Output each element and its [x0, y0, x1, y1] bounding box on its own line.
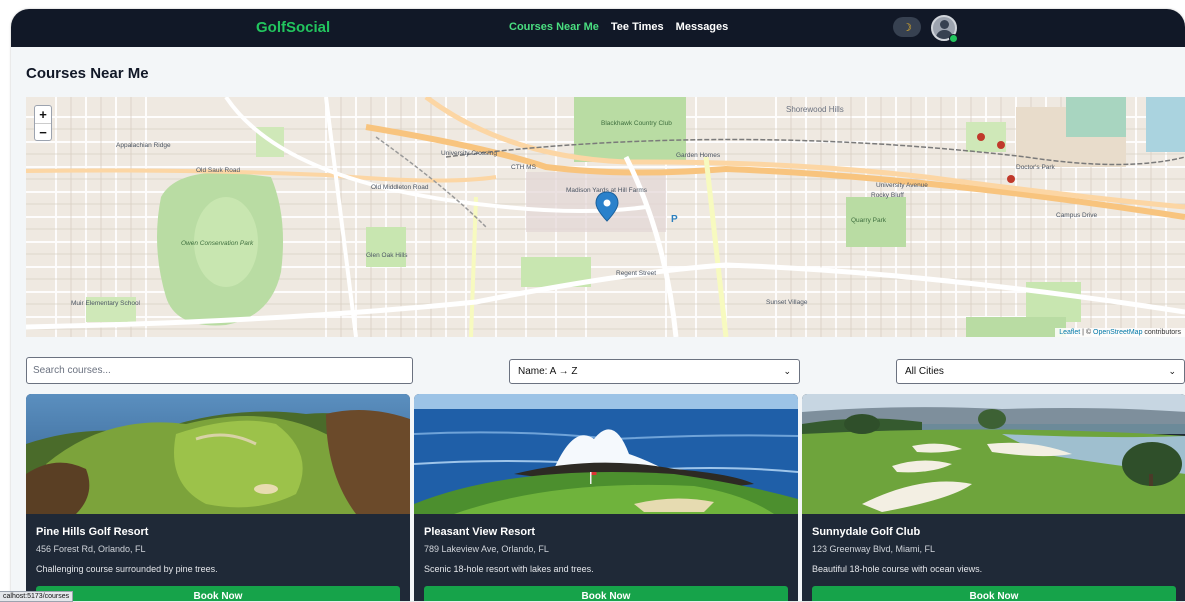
map-label-glen: Glen Oak Hills	[366, 252, 408, 259]
map-label-shorewood: Shorewood Hills	[786, 105, 844, 114]
filter-controls: Name: A → Z ⌄ All Cities ⌄	[26, 357, 1185, 385]
course-address: 123 Greenway Blvd, Miami, FL	[812, 544, 936, 554]
book-now-button[interactable]: Book Now	[36, 586, 400, 601]
nav-link-courses-near-me[interactable]: Courses Near Me	[509, 21, 599, 33]
map-label-old-sauk: Old Sauk Road	[196, 167, 240, 174]
map-label-campus: Campus Drive	[1056, 212, 1098, 219]
city-select[interactable]: All Cities ⌄	[896, 359, 1185, 384]
course-name: Pleasant View Resort	[424, 526, 536, 538]
map[interactable]: Appalachian Ridge Owen Conservation Park…	[26, 97, 1185, 337]
map-label-owen: Owen Conservation Park	[181, 240, 254, 247]
nav-links: Courses Near Me Tee Times Messages	[509, 21, 728, 33]
map-label-university: University Crossing	[441, 150, 497, 157]
zoom-in-button[interactable]: +	[35, 106, 51, 123]
brand-logo[interactable]: GolfSocial	[256, 19, 330, 36]
map-label-doctors: Doctor's Park	[1016, 164, 1056, 171]
course-image	[802, 394, 1185, 514]
app-window: GolfSocial Courses Near Me Tee Times Mes…	[11, 9, 1185, 601]
course-address: 456 Forest Rd, Orlando, FL	[36, 544, 146, 554]
page-title: Courses Near Me	[26, 65, 149, 82]
nav-link-messages[interactable]: Messages	[676, 21, 729, 33]
search-input[interactable]	[26, 357, 413, 384]
chevron-down-icon: ⌄	[783, 366, 791, 376]
nav-link-tee-times[interactable]: Tee Times	[611, 21, 664, 33]
moon-icon: ☽	[902, 21, 912, 34]
course-description: Scenic 18-hole resort with lakes and tre…	[424, 564, 594, 574]
svg-text:P: P	[671, 214, 678, 225]
map-label-appalachian: Appalachian Ridge	[116, 142, 171, 149]
chevron-down-icon: ⌄	[1168, 366, 1176, 376]
course-description: Beautiful 18-hole course with ocean view…	[812, 564, 983, 574]
map-attribution: Leaflet | © OpenStreetMap contributors	[1055, 328, 1185, 337]
map-label-cth: CTH MS	[511, 164, 537, 171]
course-description: Challenging course surrounded by pine tr…	[36, 564, 218, 574]
course-image	[414, 394, 798, 514]
theme-toggle-button[interactable]: ☽	[893, 17, 921, 37]
map-label-regent: Regent Street	[616, 270, 656, 277]
course-card[interactable]: Sunnydale Golf Club 123 Greenway Blvd, M…	[802, 394, 1185, 601]
map-label-muir: Muir Elementary School	[71, 300, 141, 307]
book-now-button[interactable]: Book Now	[812, 586, 1176, 601]
osm-link[interactable]: OpenStreetMap	[1093, 329, 1142, 336]
map-tiles: Appalachian Ridge Owen Conservation Park…	[26, 97, 1185, 337]
sort-select[interactable]: Name: A → Z ⌄	[509, 359, 800, 384]
map-label-university-ave: University Avenue	[876, 182, 928, 189]
online-status-dot	[949, 34, 958, 43]
course-name: Sunnydale Golf Club	[812, 526, 921, 538]
course-list: Pine Hills Golf Resort 456 Forest Rd, Or…	[26, 394, 1185, 601]
navbar: GolfSocial Courses Near Me Tee Times Mes…	[11, 9, 1185, 47]
course-address: 789 Lakeview Ave, Orlando, FL	[424, 544, 549, 554]
course-image	[26, 394, 410, 514]
map-label-sunset: Sunset Village	[766, 299, 808, 306]
zoom-out-button[interactable]: −	[35, 123, 51, 140]
map-label-blackhawk: Blackhawk Country Club	[601, 120, 672, 127]
leaflet-link[interactable]: Leaflet	[1059, 329, 1080, 336]
map-label-old-middleton: Old Middleton Road	[371, 184, 429, 191]
map-label-rocky: Rocky Bluff	[871, 192, 904, 199]
status-bar-url: calhost:5173/courses	[0, 591, 74, 602]
course-card[interactable]: Pleasant View Resort 789 Lakeview Ave, O…	[414, 394, 798, 601]
course-name: Pine Hills Golf Resort	[36, 526, 149, 538]
map-label-garden: Garden Homes	[676, 152, 721, 159]
map-label-quarry: Quarry Park	[851, 217, 887, 224]
book-now-button[interactable]: Book Now	[424, 586, 788, 601]
zoom-control: + −	[34, 105, 52, 141]
course-card[interactable]: Pine Hills Golf Resort 456 Forest Rd, Or…	[26, 394, 410, 601]
